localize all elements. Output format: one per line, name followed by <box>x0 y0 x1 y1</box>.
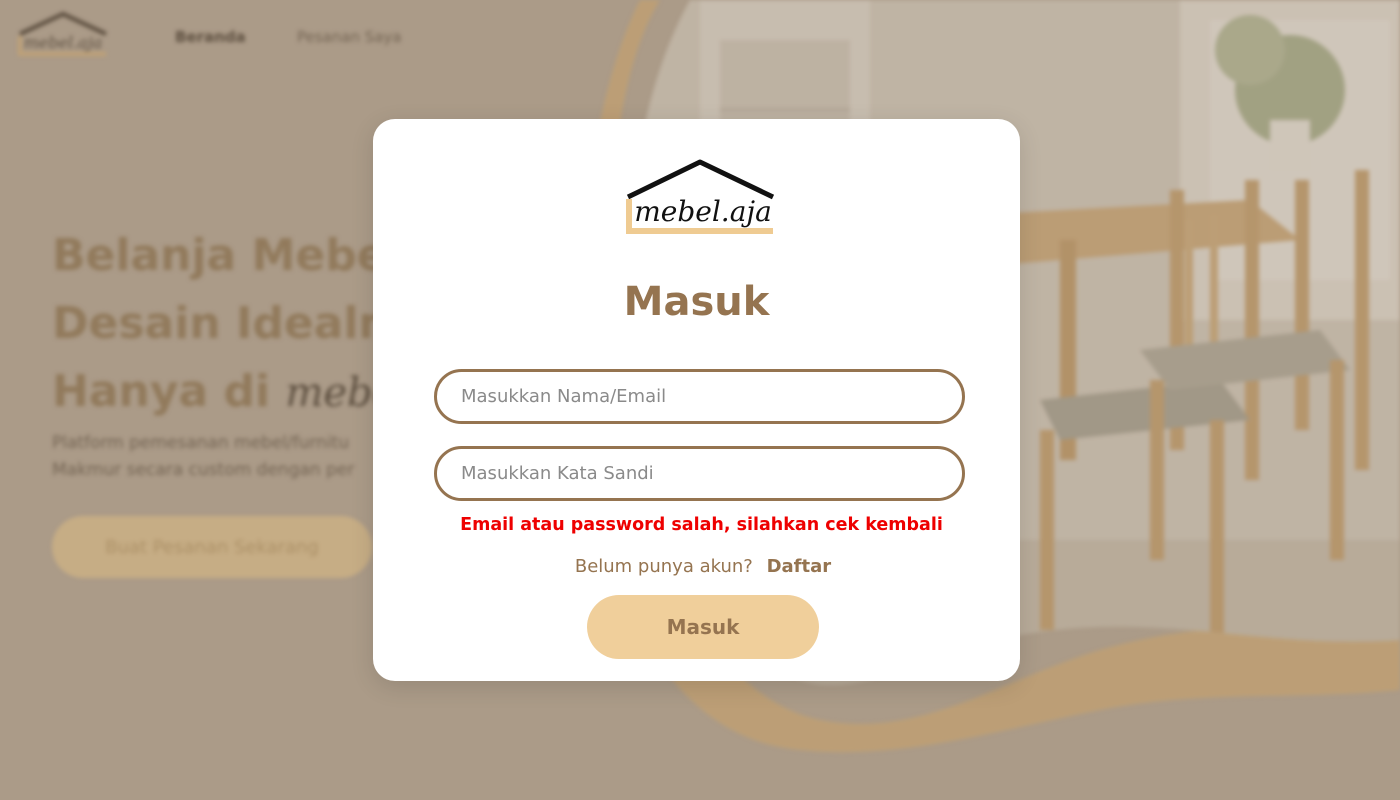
login-submit-button[interactable]: Masuk <box>587 595 819 659</box>
register-prompt-text: Belum punya akun? <box>574 556 753 577</box>
email-field-wrapper <box>434 369 965 424</box>
password-input[interactable] <box>437 449 962 498</box>
register-link[interactable]: Daftar <box>767 556 832 577</box>
svg-text:mebel.aja: mebel.aja <box>24 33 103 52</box>
login-modal: mebel.aja Masuk Email atau password sala… <box>373 119 1020 681</box>
register-prompt-row: Belum punya akun? Daftar <box>373 556 1033 577</box>
email-input[interactable] <box>437 372 962 421</box>
nav-home-link[interactable]: Beranda <box>175 28 246 46</box>
modal-logo-text: mebel.aja <box>634 195 772 228</box>
modal-brand-logo: mebel.aja <box>626 159 775 234</box>
create-order-button[interactable]: Buat Pesanan Sekarang <box>52 516 372 578</box>
login-error-message: Email atau password salah, silahkan cek … <box>460 515 943 535</box>
password-field-wrapper <box>434 446 965 501</box>
top-navbar: mebel.aja Beranda Pesanan Saya <box>0 0 1400 80</box>
brand-logo[interactable]: mebel.aja <box>16 10 110 62</box>
hero-heading-prefix: Hanya di <box>52 366 271 417</box>
modal-title: Masuk <box>623 279 770 325</box>
nav-orders-link[interactable]: Pesanan Saya <box>297 28 402 46</box>
